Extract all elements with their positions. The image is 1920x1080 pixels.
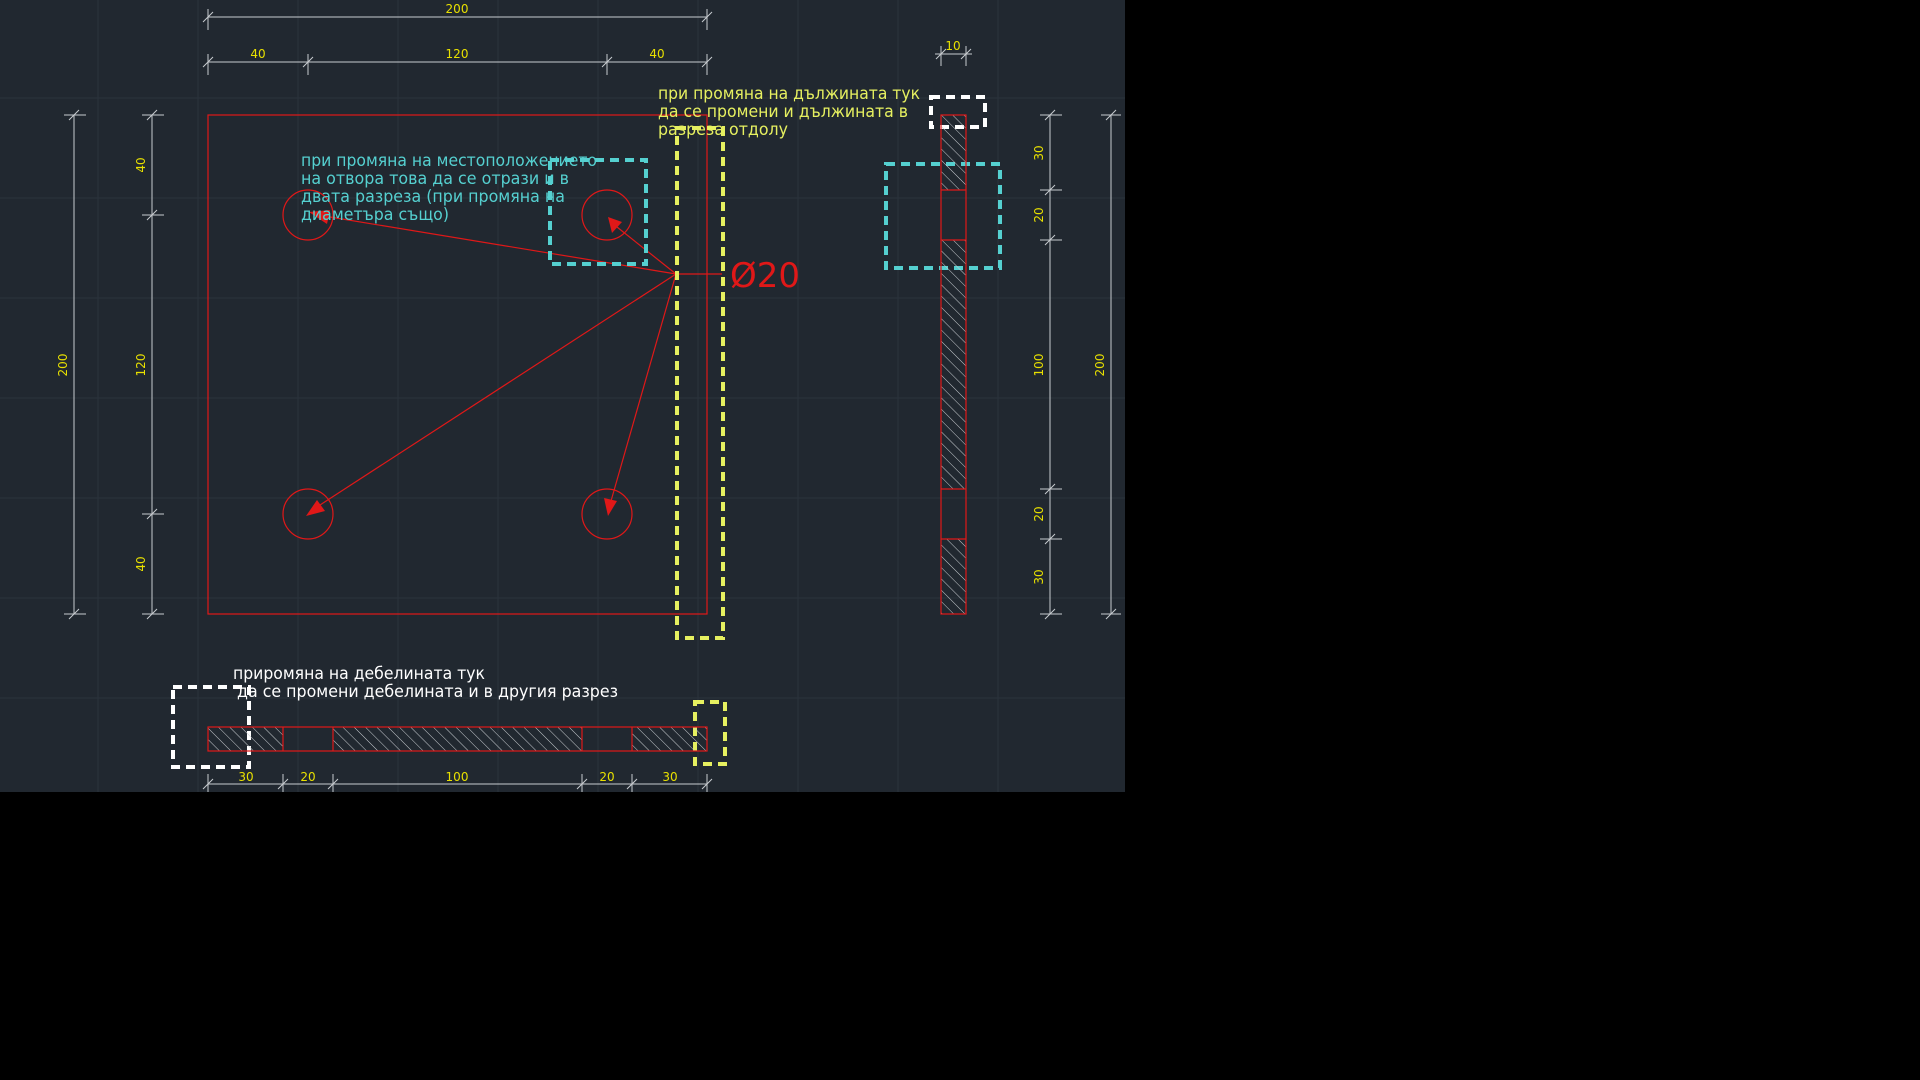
- dim-bottom-100: 100: [446, 770, 469, 784]
- diameter-leaders: Ø20: [306, 210, 800, 516]
- note-cyan-line-2: на отвора това да се отрази и в: [301, 169, 569, 189]
- note-yellow: при промяна на дължината тук да се проме…: [658, 84, 920, 140]
- dim-side-20-bottom: 20: [1032, 506, 1046, 521]
- dim-top-total: 200: [446, 2, 469, 16]
- side-thickness-dimension: 10: [935, 39, 972, 66]
- dim-side-total: 200: [1093, 354, 1107, 377]
- dim-side-100: 100: [1032, 354, 1046, 377]
- dim-top-mid: 120: [446, 47, 469, 61]
- note-white-line-2: да се промени дебелината и в другия разр…: [237, 682, 618, 702]
- cyan-highlights: [548, 158, 1002, 270]
- hole-bottom-right[interactable]: [581, 488, 633, 540]
- dim-side-20-top: 20: [1032, 207, 1046, 222]
- note-yellow-line-3: разреза отдолу: [658, 120, 788, 140]
- dim-bottom-30-left: 30: [238, 770, 253, 784]
- note-white-line-1: приромяна на дебелината тук: [233, 664, 485, 684]
- note-cyan: при промяна на местоположението на отвор…: [301, 151, 597, 225]
- dim-top-left: 40: [250, 47, 265, 61]
- dim-left-outer: 200: [56, 354, 70, 377]
- dim-top-right: 40: [649, 47, 664, 61]
- dim-left-bottom: 40: [134, 556, 148, 571]
- dim-bottom-30-right: 30: [662, 770, 677, 784]
- top-dimensions: 200 40 120 40: [202, 2, 713, 75]
- left-dimensions: 200 40 120 40: [56, 109, 164, 620]
- dim-left-top: 40: [134, 157, 148, 172]
- yellow-box-plan: [675, 126, 725, 640]
- dim-bottom-20-right: 20: [599, 770, 614, 784]
- dim-side-30-bottom: 30: [1032, 569, 1046, 584]
- dim-bottom-20-left: 20: [300, 770, 315, 784]
- note-white: приромяна на дебелината тук да се промен…: [233, 664, 618, 702]
- note-cyan-line-3: двата разреза (при промяна на: [301, 187, 565, 207]
- bottom-dimensions: 30 20 100 20 30: [202, 770, 713, 792]
- diameter-label: Ø20: [730, 256, 800, 296]
- cad-drawing[interactable]: 200 40 120 40 200 40 120 40 Ø20 10 30 20…: [0, 0, 1125, 792]
- note-cyan-line-4: диаметъра също): [301, 205, 449, 225]
- side-section[interactable]: [940, 114, 967, 615]
- note-yellow-line-1: при промяна на дължината тук: [658, 84, 920, 104]
- yellow-highlights: [675, 126, 727, 766]
- note-yellow-line-2: да се промени и дължината в: [658, 102, 908, 122]
- note-cyan-line-1: при промяна на местоположението: [301, 151, 597, 171]
- dim-left-mid: 120: [134, 354, 148, 377]
- bottom-section[interactable]: [207, 726, 708, 752]
- dim-side-thickness: 10: [945, 39, 960, 53]
- dim-side-30-top: 30: [1032, 145, 1046, 160]
- side-right-dimensions: 30 20 100 20 30 200: [1032, 109, 1121, 620]
- drawing-viewport[interactable]: 200 40 120 40 200 40 120 40 Ø20 10 30 20…: [0, 0, 1125, 792]
